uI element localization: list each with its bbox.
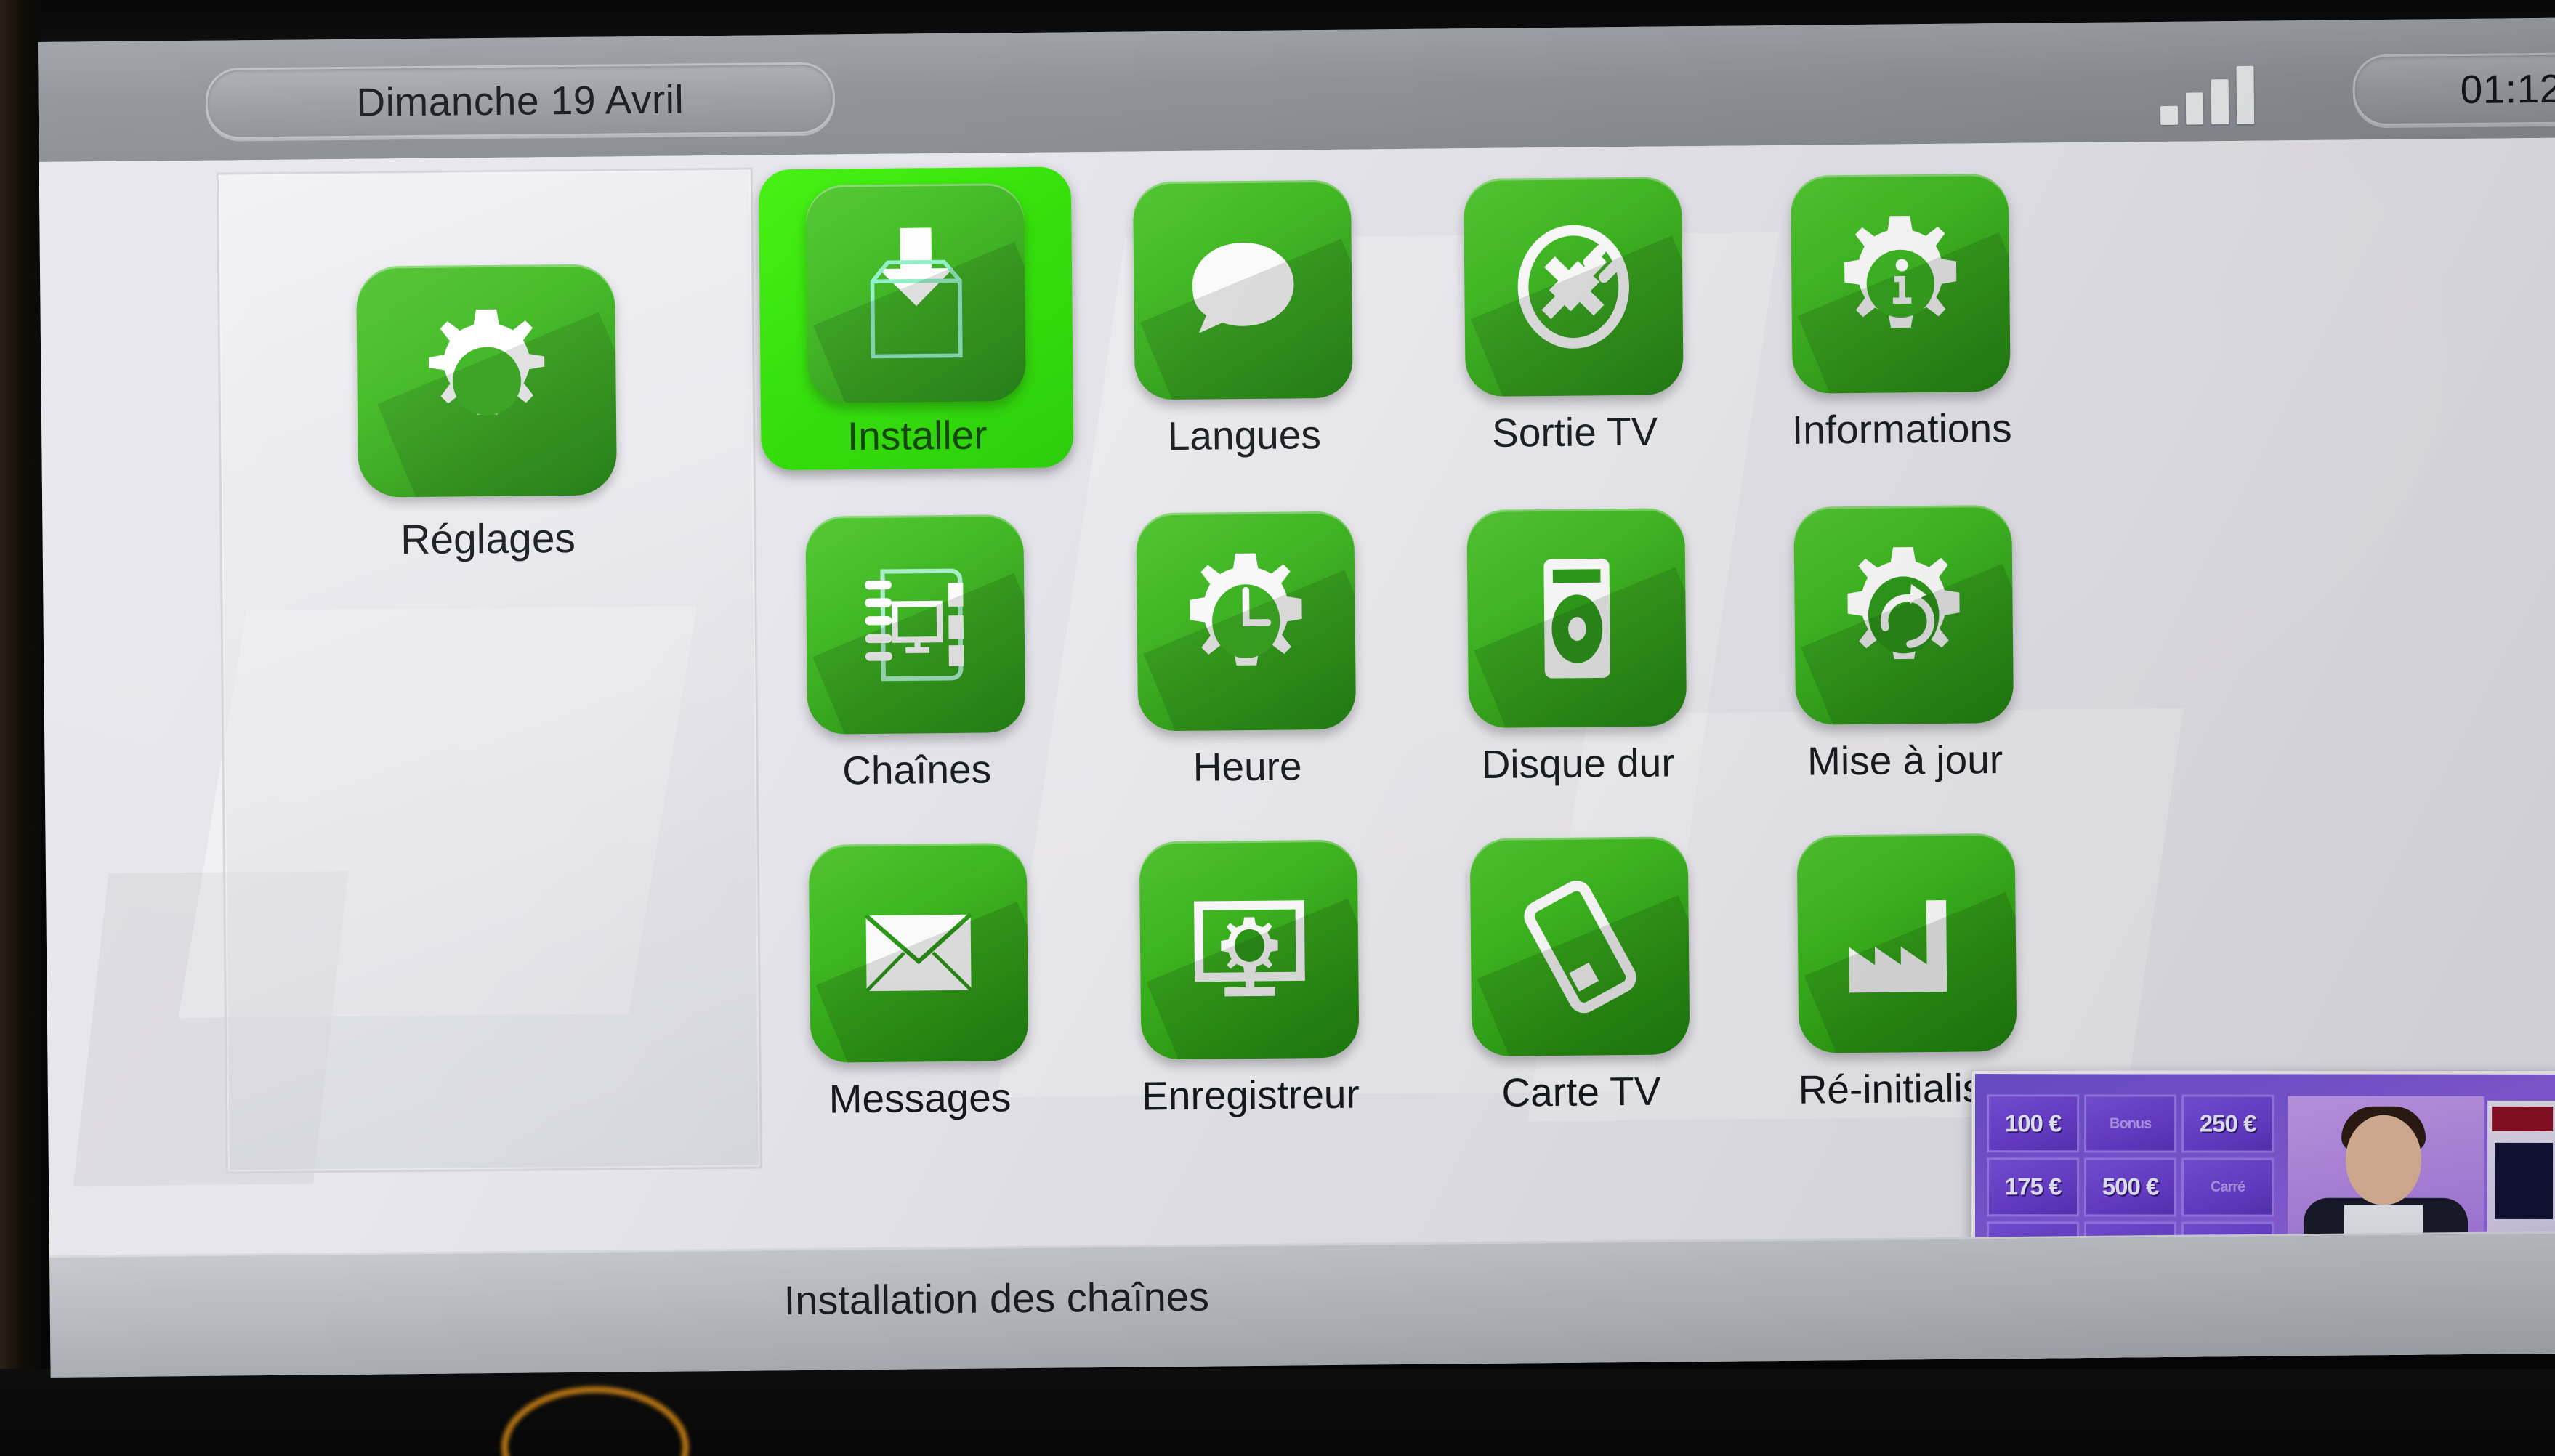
hard-disk-icon <box>1466 508 1687 729</box>
grid-item-label: Sortie TV <box>1491 408 1658 456</box>
gear-icon <box>355 264 618 498</box>
grid-item-label: Mise à jour <box>1807 737 2003 784</box>
time-text: 01:12 <box>2460 65 2555 113</box>
factory-icon <box>1796 833 2017 1053</box>
grid-item-label: Heure <box>1192 743 1302 790</box>
date-display: Dimanche 19 Avril <box>205 62 836 139</box>
grid-item-disque-dur[interactable]: Disque dur <box>1423 508 1731 788</box>
menu-stage: Réglages Installer Langues Sortie TV Inf… <box>39 137 2555 1378</box>
grid-item-messages[interactable]: Messages <box>765 842 1073 1123</box>
grid-item-mise-a-jour[interactable]: Mise à jour <box>1750 504 2058 785</box>
prize-cell: Carré <box>2181 1157 2275 1217</box>
signal-bars-icon <box>2160 65 2262 125</box>
prize-cell: 250 € <box>2181 1094 2275 1153</box>
envelope-icon <box>808 842 1029 1063</box>
grid-item-label: Enregistreur <box>1141 1071 1360 1119</box>
standby-led-glow <box>501 1386 689 1456</box>
monitor-gear-icon <box>1139 839 1360 1060</box>
settings-grid: Installer Langues Sortie TV Informations… <box>758 153 2440 1201</box>
grid-item-label: Chaînes <box>841 746 992 793</box>
grid-item-enregistreur[interactable]: Enregistreur <box>1096 839 1404 1120</box>
grid-item-label: Disque dur <box>1481 740 1675 787</box>
prize-cell: 175 € <box>1987 1157 2080 1217</box>
clock-display: 01:12 <box>2352 52 2555 126</box>
tv-photo-frame: Dimanche 19 Avril 01:12 Réglages Install… <box>0 0 2555 1456</box>
grid-item-heure[interactable]: Heure <box>1092 511 1400 791</box>
grid-item-label: Installer <box>847 412 988 459</box>
sidebar-item-label: Réglages <box>400 514 576 564</box>
category-panel: Réglages <box>216 167 762 1174</box>
grid-item-chaines[interactable]: Chaînes <box>762 514 1070 794</box>
grid-item-langues[interactable]: Langues <box>1089 179 1397 460</box>
prize-cell: 100 € <box>1987 1094 2080 1153</box>
smart-card-icon <box>1469 836 1690 1057</box>
footer-bar: Installation des chaînes <box>49 1231 2555 1378</box>
download-box-icon <box>805 182 1026 403</box>
tv-screen: Dimanche 19 Avril 01:12 Réglages Install… <box>38 17 2555 1378</box>
grid-item-label: Carte TV <box>1501 1068 1661 1115</box>
legal-text-line <box>1982 1357 2542 1370</box>
tv-bezel-left <box>0 0 41 1456</box>
prize-cell: Bonus <box>2084 1094 2177 1153</box>
grid-item-carte-tv[interactable]: Carte TV <box>1426 836 1735 1117</box>
sidebar-item-reglages[interactable]: Réglages <box>355 264 618 564</box>
prize-cell: 500 € <box>2084 1157 2177 1217</box>
gear-refresh-icon <box>1793 504 2014 725</box>
power-plug-icon <box>1463 177 1684 397</box>
grid-item-label: Messages <box>828 1075 1012 1122</box>
grid-item-label: Langues <box>1167 412 1322 459</box>
notebook-tv-icon <box>805 514 1026 735</box>
grid-item-informations[interactable]: Informations <box>1747 173 2055 453</box>
speech-bubble-icon <box>1132 179 1353 400</box>
gear-info-icon <box>1790 173 2011 394</box>
gear-clock-icon <box>1136 511 1357 732</box>
tv-bezel-bottom <box>0 1369 2555 1456</box>
date-text: Dimanche 19 Avril <box>356 76 685 125</box>
grid-item-installer[interactable]: Installer <box>758 166 1074 471</box>
grid-item-label: Informations <box>1791 405 2012 453</box>
grid-item-sortie-tv[interactable]: Sortie TV <box>1420 177 1728 457</box>
footer-hint: Installation des chaînes <box>783 1273 1210 1324</box>
